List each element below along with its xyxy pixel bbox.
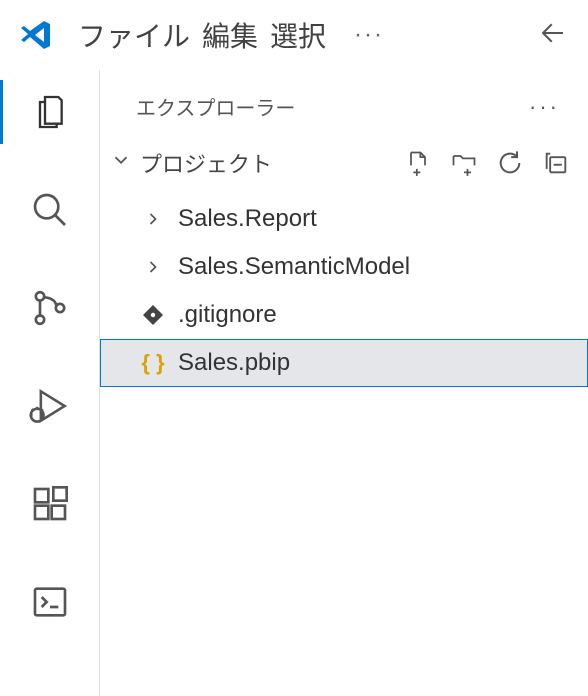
titlebar: ファイル 編集 選択 ··· [0, 0, 588, 70]
explorer-title: エクスプローラー [136, 92, 295, 121]
activity-search-icon[interactable] [26, 186, 74, 234]
chevron-right-icon [140, 206, 166, 232]
folder-section-title: プロジェクト [140, 147, 272, 179]
tree-file-row[interactable]: { } Sales.pbip [100, 339, 588, 387]
chevron-right-icon [140, 254, 166, 280]
tree-folder-row[interactable]: Sales.Report [100, 195, 588, 243]
tree-folder-row[interactable]: Sales.SemanticModel [100, 243, 588, 291]
collapse-all-icon[interactable] [542, 149, 570, 177]
tree-item-label: Sales.Report [178, 205, 317, 233]
refresh-icon[interactable] [496, 149, 524, 177]
tree-item-label: Sales.pbip [178, 349, 290, 377]
menu-bar: ファイル 編集 選択 ··· [76, 11, 384, 59]
explorer-actions-icon[interactable]: ··· [529, 94, 560, 120]
tree-item-label: .gitignore [178, 301, 277, 329]
menu-file[interactable]: ファイル [76, 11, 192, 59]
explorer-sidebar: エクスプローラー ··· プロジェクト [100, 70, 588, 696]
new-file-icon[interactable] [404, 149, 432, 177]
activity-extensions-icon[interactable] [26, 480, 74, 528]
folder-section-actions [404, 149, 570, 177]
activity-source-control-icon[interactable] [26, 284, 74, 332]
gitignore-file-icon [140, 302, 166, 328]
menu-edit[interactable]: 編集 [200, 11, 260, 59]
vscode-logo-icon [20, 19, 52, 51]
activity-bar [0, 70, 100, 696]
activity-run-debug-icon[interactable] [26, 382, 74, 430]
file-tree: Sales.Report Sales.SemanticModel .git [100, 189, 588, 387]
explorer-header: エクスプローラー ··· [100, 70, 588, 131]
back-arrow-icon[interactable] [538, 18, 568, 53]
tree-item-label: Sales.SemanticModel [178, 253, 410, 281]
folder-section-header[interactable]: プロジェクト [100, 131, 588, 189]
activity-explorer-icon[interactable] [26, 88, 74, 136]
new-folder-icon[interactable] [450, 149, 478, 177]
json-file-icon: { } [140, 350, 166, 376]
activity-terminal-icon[interactable] [26, 578, 74, 626]
menu-select[interactable]: 選択 [268, 11, 328, 59]
tree-file-row[interactable]: .gitignore [100, 291, 588, 339]
menu-overflow-icon[interactable]: ··· [354, 21, 384, 49]
chevron-down-icon [110, 149, 132, 177]
